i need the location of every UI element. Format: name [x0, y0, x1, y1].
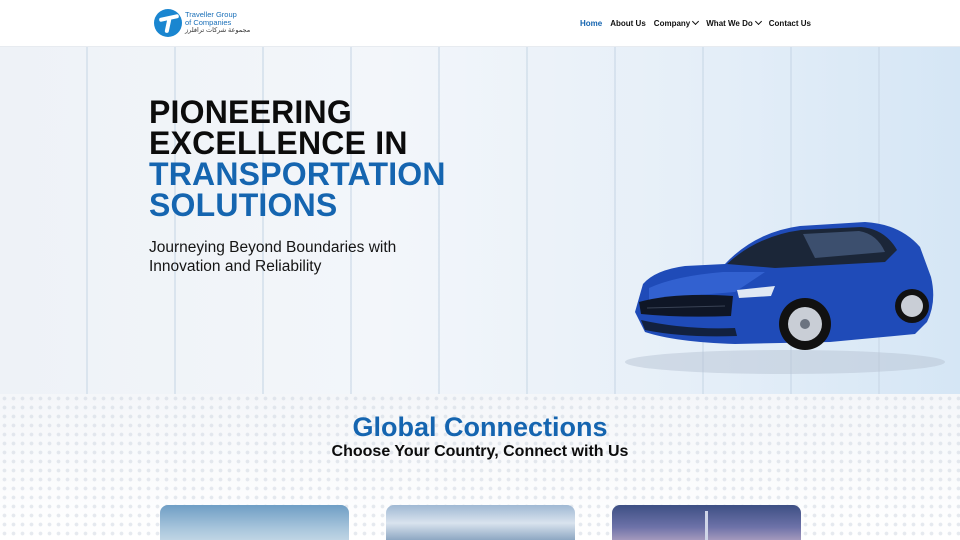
- hero-title-line3: TRANSPORTATION: [149, 156, 446, 192]
- hero-subtitle: Journeying Beyond Boundaries with Innova…: [149, 239, 397, 275]
- global-subtitle: Choose Your Country, Connect with Us: [331, 443, 629, 460]
- country-card-2[interactable]: [386, 505, 575, 540]
- country-card-1[interactable]: [160, 505, 349, 540]
- logo-mark-icon: [154, 9, 182, 37]
- brand-name-arabic: مجموعة شركات ترافلرز: [185, 27, 251, 34]
- site-header: Traveller Group of Companies مجموعة شركا…: [0, 0, 960, 47]
- chevron-down-icon: [692, 17, 700, 26]
- hero-title-line1: PIONEERING: [149, 94, 352, 130]
- global-connections-section: Global Connections Choose Your Country, …: [0, 394, 960, 540]
- brand-logo[interactable]: Traveller Group of Companies مجموعة شركا…: [154, 7, 250, 39]
- nav-about-label: About Us: [610, 18, 646, 28]
- tower-silhouette: [705, 511, 708, 540]
- hero-title: PIONEERING EXCELLENCE IN TRANSPORTATION …: [149, 94, 469, 223]
- chevron-down-icon: [754, 17, 762, 26]
- main-nav: Home About Us Company What We Do Contact…: [580, 17, 819, 29]
- logo-text: Traveller Group of Companies مجموعة شركا…: [185, 11, 250, 35]
- brand-name-line2: of Companies: [185, 18, 232, 27]
- nav-contact-us[interactable]: Contact Us: [769, 19, 811, 28]
- nav-what-we-do[interactable]: What We Do: [706, 17, 762, 28]
- hero-car-image: [625, 222, 945, 374]
- hero-title-line4: SOLUTIONS: [149, 187, 338, 223]
- nav-home-label: Home: [580, 18, 603, 28]
- nav-about-us[interactable]: About Us: [610, 19, 646, 28]
- nav-contact-label: Contact Us: [768, 18, 811, 28]
- global-title: Global Connections: [352, 412, 608, 442]
- country-card-3[interactable]: [612, 505, 801, 540]
- hero-section: PIONEERING EXCELLENCE IN TRANSPORTATION …: [0, 47, 960, 394]
- nav-company-label: Company: [653, 18, 691, 28]
- hero-title-line2: EXCELLENCE IN: [149, 125, 408, 161]
- nav-company[interactable]: Company: [653, 17, 700, 28]
- nav-what-we-do-label: What We Do: [706, 18, 753, 28]
- nav-home[interactable]: Home: [580, 19, 602, 28]
